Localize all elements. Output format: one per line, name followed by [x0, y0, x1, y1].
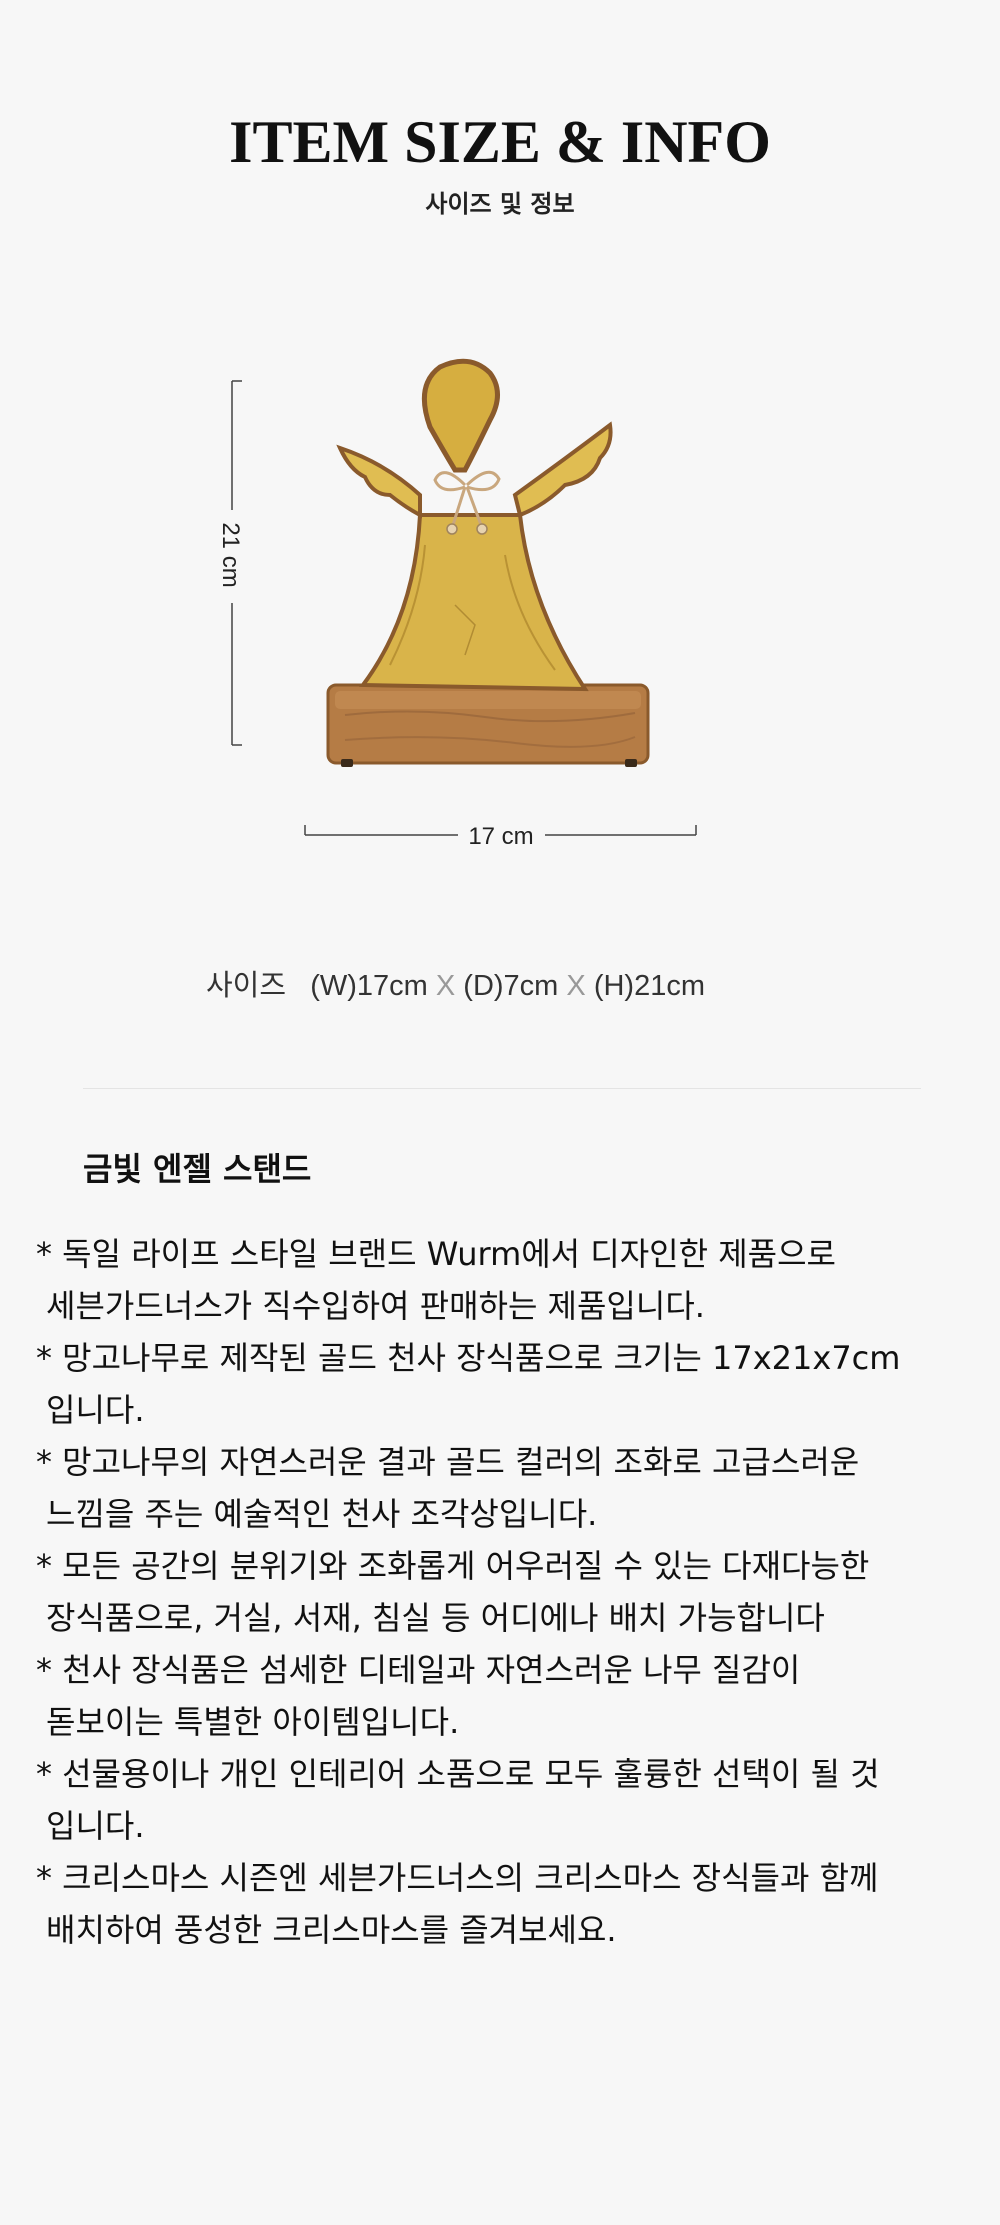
description-line: 입니다.: [46, 1391, 145, 1429]
size-height: (H)21cm: [593, 970, 705, 1002]
section-divider: [83, 1088, 921, 1089]
product-name: 금빛 엔젤 스탠드: [83, 1150, 312, 1188]
size-depth: (D)7cm: [463, 970, 559, 1002]
product-description: * 독일 라이프 스타일 브랜드 Wurm에서 디자인한 제품으로 세븐가드너스…: [36, 1228, 1000, 1956]
size-separator: X: [566, 970, 586, 1002]
size-width: (W)17cm: [310, 970, 428, 1002]
description-line: 세븐가드너스가 직수입하여 판매하는 제품입니다.: [46, 1287, 705, 1325]
description-line: * 크리스마스 시즌엔 세븐가드너스의 크리스마스 장식들과 함께: [36, 1859, 879, 1897]
height-dimension: 21 cm: [217, 380, 244, 746]
description-line: 돋보이는 특별한 아이템입니다.: [46, 1703, 460, 1741]
width-label: 17 cm: [468, 823, 533, 850]
size-separator: X: [435, 970, 456, 1002]
description-line: * 망고나무로 제작된 골드 천사 장식품으로 크기는 17x21x7cm: [36, 1339, 901, 1377]
height-label: 21 cm: [217, 522, 244, 587]
product-size-diagram: 21 cm 17 cm: [217, 358, 697, 850]
width-dimension: 17 cm: [304, 823, 697, 850]
description-line: * 망고나무의 자연스러운 결과 골드 컬러의 조화로 고급스러운: [36, 1443, 860, 1481]
size-label: 사이즈: [206, 970, 287, 1002]
description-line: * 모든 공간의 분위기와 조화롭게 어우러질 수 있는 다재다능한: [36, 1547, 870, 1585]
description-line: 느낌을 주는 예술적인 천사 조각상입니다.: [46, 1495, 598, 1533]
description-line: * 선물용이나 개인 인테리어 소품으로 모두 훌륭한 선택이 될 것: [36, 1755, 880, 1793]
angel-figurine-image: [326, 358, 650, 767]
description-line: * 천사 장식품은 섬세한 디테일과 자연스러운 나무 질감이: [36, 1651, 801, 1689]
description-line: * 독일 라이프 스타일 브랜드 Wurm에서 디자인한 제품으로: [36, 1235, 836, 1273]
description-line: 배치하여 풍성한 크리스마스를 즐겨보세요.: [46, 1911, 617, 1949]
size-spec: 사이즈 (W)17cm X (D)7cm X (H)21cm: [206, 962, 705, 1004]
page-title: ITEM SIZE & INFO: [229, 109, 771, 175]
page-subtitle: 사이즈 및 정보: [425, 190, 575, 218]
description-line: 장식품으로, 거실, 서재, 침실 등 어디에나 배치 가능합니다: [46, 1599, 825, 1637]
description-line: 입니다.: [46, 1807, 145, 1845]
